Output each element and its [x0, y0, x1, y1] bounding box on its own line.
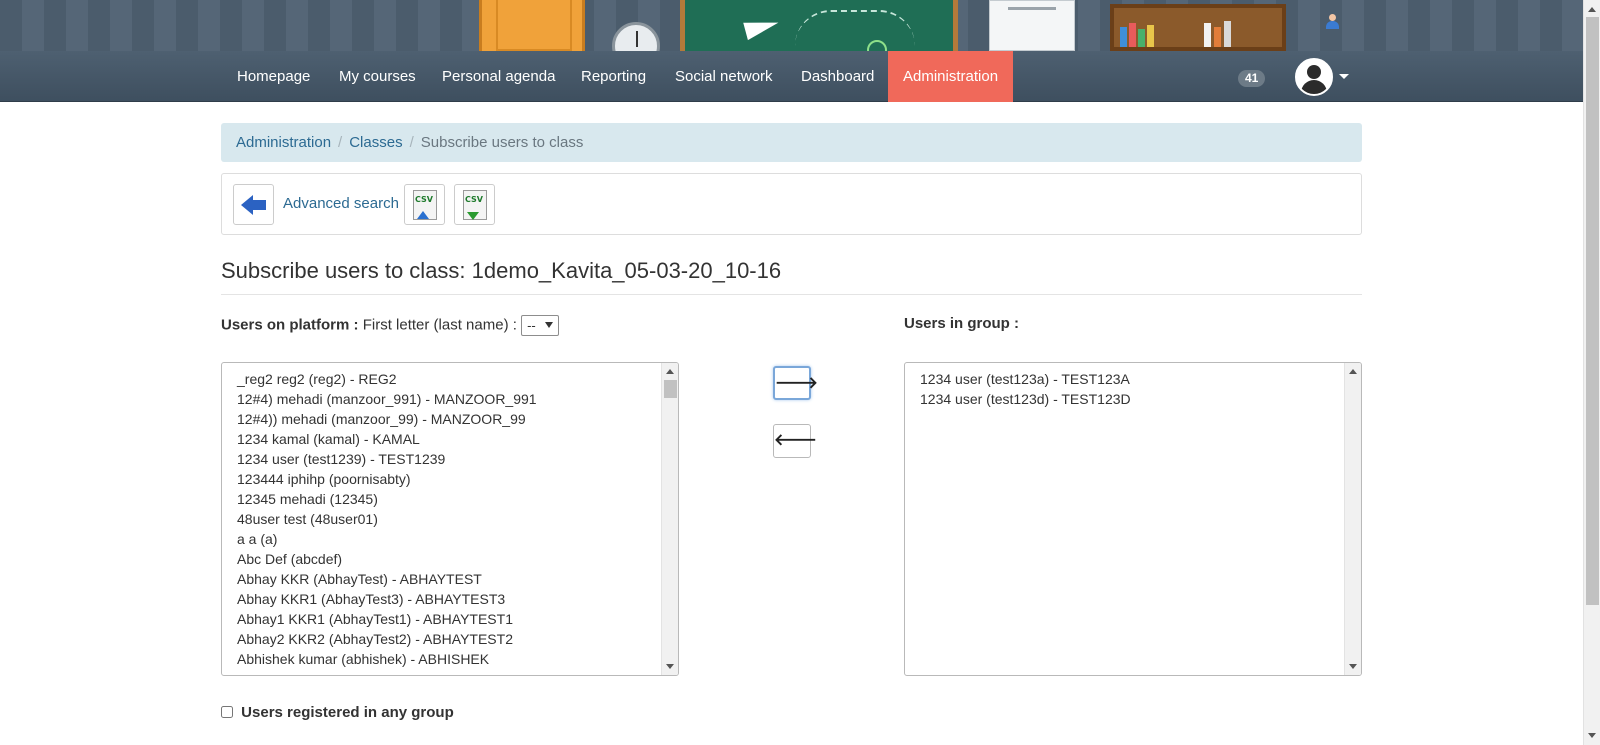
scroll-down-icon[interactable]	[1588, 733, 1596, 738]
list-item[interactable]: 12#4)) mehadi (manzoor_99) - MANZOOR_99	[237, 409, 678, 429]
scroll-down-icon[interactable]	[1349, 664, 1357, 669]
list-item[interactable]: 1234 kamal (kamal) - KAMAL	[237, 429, 678, 449]
nav-dashboard[interactable]: Dashboard	[786, 51, 889, 102]
list-item[interactable]: 1234 user (test123d) - TEST123D	[920, 389, 1361, 409]
first-letter-label: First letter (last name) :	[362, 316, 517, 334]
list-item[interactable]: 1234 user (test1239) - TEST1239	[237, 449, 678, 469]
user-mini-icon	[1326, 14, 1339, 30]
platform-users-label-row: Users on platform : First letter (last n…	[221, 315, 560, 336]
scroll-up-icon[interactable]	[666, 369, 674, 374]
breadcrumb-classes[interactable]: Classes	[349, 134, 402, 151]
banner-chalkboard-illustration	[680, 0, 958, 51]
list-item[interactable]: 12345 mehadi (12345)	[237, 489, 678, 509]
list-item[interactable]: Abhay KKR1 (AbhayTest3) - ABHAYTEST3	[237, 589, 678, 609]
remove-from-group-button[interactable]: 🡐	[773, 424, 817, 458]
list-item[interactable]: Abhay2 KKR2 (AbhayTest2) - ABHAYTEST2	[237, 629, 678, 649]
nav-social-network[interactable]: Social network	[660, 51, 788, 102]
notification-badge[interactable]: 41	[1238, 70, 1266, 87]
arrow-right-icon: 🡒	[775, 375, 818, 392]
export-csv-button[interactable]: CSV	[454, 184, 495, 225]
scroll-up-icon[interactable]	[1588, 7, 1596, 12]
header-banner	[0, 0, 1583, 51]
list-item[interactable]: _reg2 reg2 (reg2) - REG2	[237, 369, 678, 389]
chevron-down-icon[interactable]	[1339, 74, 1349, 79]
list-item[interactable]: 1234 user (test123a) - TEST123A	[920, 369, 1361, 389]
csv-export-icon: CSV	[463, 190, 487, 220]
breadcrumb-separator: /	[338, 134, 343, 151]
platform-users-scrollbar[interactable]	[661, 363, 678, 675]
nav-reporting[interactable]: Reporting	[566, 51, 661, 102]
paper-plane-illustration	[743, 13, 781, 41]
list-item[interactable]: Abhishek kumar (abhishek) - ABHISHEK	[237, 649, 678, 669]
users-in-group-label: Users in group :	[904, 315, 1020, 332]
action-toolbar: Advanced search CSV CSV	[221, 173, 1362, 235]
breadcrumb-separator: /	[409, 134, 414, 151]
banner-clock-illustration	[612, 22, 660, 51]
any-group-checkbox[interactable]	[221, 706, 233, 718]
user-avatar-icon[interactable]	[1295, 58, 1333, 96]
advanced-search-link[interactable]: Advanced search	[283, 174, 399, 234]
any-group-option[interactable]: Users registered in any group	[221, 704, 454, 721]
group-users-list[interactable]: 1234 user (test123a) - TEST123A 1234 user…	[904, 362, 1362, 676]
nav-personal-agenda[interactable]: Personal agenda	[427, 51, 570, 102]
csv-import-icon: CSV	[413, 190, 437, 220]
list-item[interactable]: Abc Def (abcdef)	[237, 549, 678, 569]
group-users-scrollbar[interactable]	[1344, 363, 1361, 675]
platform-users-list[interactable]: _reg2 reg2 (reg2) - REG2 12#4) mehadi (ma…	[221, 362, 679, 676]
breadcrumb-administration[interactable]: Administration	[236, 134, 331, 151]
import-csv-button[interactable]: CSV	[404, 184, 445, 225]
list-item[interactable]: Abhay KKR (AbhayTest) - ABHAYTEST	[237, 569, 678, 589]
users-on-platform-label: Users on platform :	[221, 316, 359, 334]
scroll-up-icon[interactable]	[1349, 369, 1357, 374]
nav-homepage[interactable]: Homepage	[222, 51, 325, 102]
list-item[interactable]: Abhay1 KKR1 (AbhayTest1) - ABHAYTEST1	[237, 609, 678, 629]
add-to-group-button[interactable]: 🡒	[773, 366, 818, 400]
list-item[interactable]: a a (a)	[237, 529, 678, 549]
back-arrow-icon	[241, 193, 267, 217]
first-letter-select[interactable]: --	[521, 315, 560, 336]
list-item[interactable]: 123444 iphihp (poornisabty)	[237, 469, 678, 489]
nav-my-courses[interactable]: My courses	[324, 51, 431, 102]
banner-paper-illustration	[989, 0, 1075, 51]
scroll-down-icon[interactable]	[666, 664, 674, 669]
breadcrumb-current: Subscribe users to class	[420, 134, 584, 151]
page-scrollbar[interactable]	[1583, 0, 1600, 745]
list-item[interactable]: 48user test (48user01)	[237, 509, 678, 529]
breadcrumb: Administration / Classes / Subscribe users t…	[221, 123, 1362, 162]
back-button[interactable]	[233, 184, 274, 225]
any-group-label: Users registered in any group	[241, 704, 454, 721]
page-title: Subscribe users to class: 1demo_Kavita_0…	[221, 258, 1362, 295]
list-item[interactable]: 12#4) mehadi (manzoor_991) - MANZOOR_991	[237, 389, 678, 409]
banner-bookshelf-illustration	[1110, 4, 1286, 51]
nav-administration[interactable]: Administration	[888, 51, 1014, 102]
banner-door-illustration	[479, 0, 585, 51]
arrow-left-icon: 🡐	[774, 432, 817, 449]
